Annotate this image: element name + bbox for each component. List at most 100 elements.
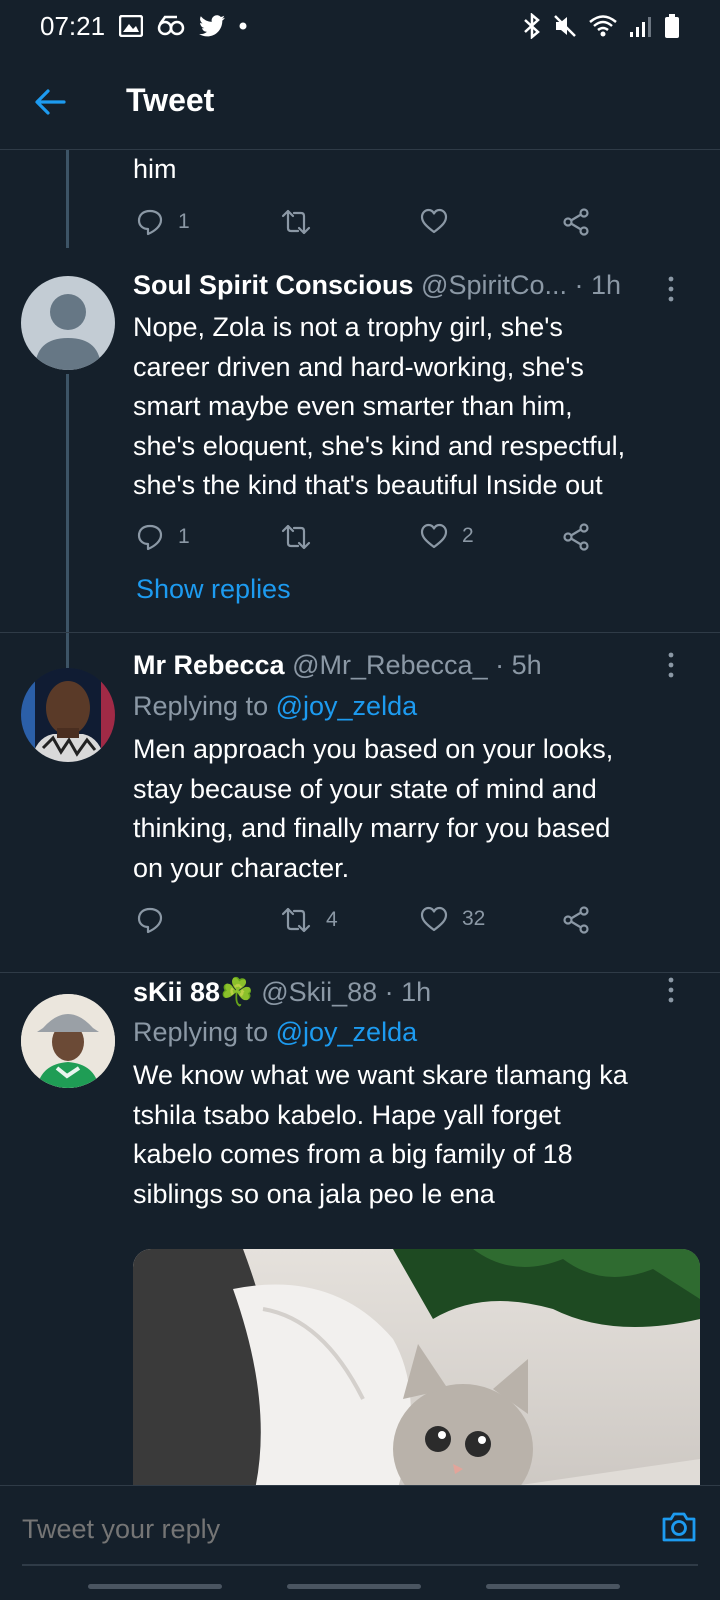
heart-icon xyxy=(420,906,448,932)
gallery-icon xyxy=(119,15,144,37)
tweet-line: thinking, and finally marry for you base… xyxy=(133,813,611,843)
tweet-line: she's the kind that's beautiful Inside o… xyxy=(133,470,603,500)
status-bar: 07:21 xyxy=(0,0,720,52)
tweet-line: siblings so ona jala peo le ena xyxy=(133,1178,495,1209)
share-icon xyxy=(563,208,589,236)
profile-photo xyxy=(21,994,115,1088)
tweet-media-image[interactable]: ... Bathong xyxy=(133,1249,700,1485)
tweet-line: smart maybe even smarter than him, xyxy=(133,391,573,421)
retweet-action[interactable] xyxy=(280,208,326,236)
tweet-line: career driven and hard-working, she's xyxy=(133,351,584,382)
author-name[interactable]: Soul Spirit Conscious xyxy=(133,270,414,300)
more-options-icon[interactable] xyxy=(666,651,676,679)
heart-icon xyxy=(420,208,448,234)
like-count: 32 xyxy=(462,907,486,930)
author-name[interactable]: sKii 88☘️ xyxy=(133,977,254,1007)
tweet-text: Nope, Zola is not a trophy girl, she's c… xyxy=(133,308,693,506)
replying-to-prefix: Replying to xyxy=(133,691,269,721)
like-action[interactable] xyxy=(420,208,462,234)
divider xyxy=(0,632,720,633)
tweet-reply-input[interactable] xyxy=(22,1514,562,1545)
share-action[interactable] xyxy=(562,208,590,236)
replying-to: Replying to @joy_zelda xyxy=(133,1017,417,1048)
thread-line xyxy=(66,150,69,248)
tweet-header: sKii 88☘️ @Skii_88 · 1h xyxy=(133,976,431,1008)
tweet-line: Men approach you based on your looks, xyxy=(133,734,614,764)
signal-icon xyxy=(630,17,651,37)
reply-action[interactable] xyxy=(136,906,178,934)
tweet-time: · 5h xyxy=(495,650,542,680)
reply-icon xyxy=(137,907,163,934)
avatar[interactable] xyxy=(21,276,115,370)
author-handle[interactable]: @Mr_Rebecca_ xyxy=(292,650,488,680)
retweet-icon xyxy=(281,524,311,550)
replying-to-handle[interactable]: @joy_zelda xyxy=(276,691,418,721)
heart-icon xyxy=(420,523,448,549)
author-name[interactable]: Mr Rebecca xyxy=(133,650,285,680)
avatar[interactable] xyxy=(21,668,115,762)
replying-to-prefix: Replying to xyxy=(133,1017,269,1047)
retweet-action[interactable] xyxy=(280,523,326,551)
share-icon xyxy=(563,523,589,551)
profile-photo xyxy=(21,668,115,762)
nav-handle[interactable] xyxy=(486,1584,620,1589)
tweet-text: him xyxy=(133,154,177,184)
share-action[interactable] xyxy=(562,906,590,934)
tweet-time: · 1h xyxy=(574,270,622,300)
reply-icon xyxy=(137,524,163,551)
author-handle[interactable]: @SpiritCo... xyxy=(421,270,567,300)
cat-meme-image: ... Bathong xyxy=(133,1249,700,1485)
back-arrow-icon[interactable] xyxy=(30,82,70,122)
author-handle[interactable]: @Skii_88 xyxy=(261,977,377,1007)
like-action[interactable]: 32 xyxy=(420,906,485,932)
tweet-line: kabelo comes from a big family of 18 xyxy=(133,1139,573,1169)
camera-icon[interactable] xyxy=(660,1508,698,1546)
status-time: 07:21 xyxy=(40,10,106,41)
retweet-action[interactable]: 4 xyxy=(280,906,338,934)
reply-action[interactable]: 1 xyxy=(136,523,190,551)
tweet-text: We know what we want skare tlamang ka ts… xyxy=(133,1056,693,1214)
tweet-line: stay because of your state of mind and xyxy=(133,773,597,804)
tweet-line: on your character. xyxy=(133,852,350,883)
app-header: Tweet xyxy=(0,52,720,150)
notification-dot-icon xyxy=(239,22,247,30)
share-icon xyxy=(563,906,589,934)
tweet-text: Men approach you based on your looks, st… xyxy=(133,730,693,888)
page-title: Tweet xyxy=(126,82,215,118)
tweet-feed[interactable]: him 1 Soul Spirit Conscious @SpiritCo...… xyxy=(0,150,720,1485)
mute-icon xyxy=(554,15,576,37)
retweet-icon xyxy=(281,907,311,933)
tweet-line: We know what we want skare tlamang ka xyxy=(133,1060,628,1090)
reply-icon xyxy=(137,209,163,236)
tweet-time: · 1h xyxy=(384,977,432,1007)
default-avatar-icon xyxy=(35,294,101,370)
vr-glasses-icon xyxy=(157,15,185,36)
nav-handle[interactable] xyxy=(287,1584,421,1589)
tweet-header: Soul Spirit Conscious @SpiritCo... · 1h xyxy=(133,270,621,301)
more-options-icon[interactable] xyxy=(666,976,676,1004)
gesture-nav-bar xyxy=(0,1584,720,1590)
reply-composer xyxy=(0,1485,720,1600)
retweet-icon xyxy=(281,209,311,235)
nav-handle[interactable] xyxy=(88,1584,222,1589)
avatar[interactable] xyxy=(21,994,115,1088)
tweet-line: Nope, Zola is not a trophy girl, she's xyxy=(133,312,563,342)
reply-input-underline xyxy=(22,1564,698,1566)
replying-to: Replying to @joy_zelda xyxy=(133,691,417,722)
reply-count: 1 xyxy=(178,210,190,233)
divider xyxy=(0,972,720,973)
bluetooth-icon xyxy=(524,13,540,39)
retweet-count: 4 xyxy=(326,908,338,931)
tweet-line: tshila tsabo kabelo. Hape yall forget xyxy=(133,1099,561,1130)
replying-to-handle[interactable]: @joy_zelda xyxy=(276,1017,418,1047)
reply-count: 1 xyxy=(178,525,190,548)
reply-action[interactable]: 1 xyxy=(136,208,190,236)
share-action[interactable] xyxy=(562,523,590,551)
twitter-bird-icon xyxy=(199,15,226,37)
more-options-icon[interactable] xyxy=(666,275,676,303)
show-replies-link[interactable]: Show replies xyxy=(136,574,291,605)
wifi-icon xyxy=(589,15,617,37)
tweet-header: Mr Rebecca @Mr_Rebecca_ · 5h xyxy=(133,650,542,681)
like-count: 2 xyxy=(462,524,474,547)
like-action[interactable]: 2 xyxy=(420,523,474,549)
